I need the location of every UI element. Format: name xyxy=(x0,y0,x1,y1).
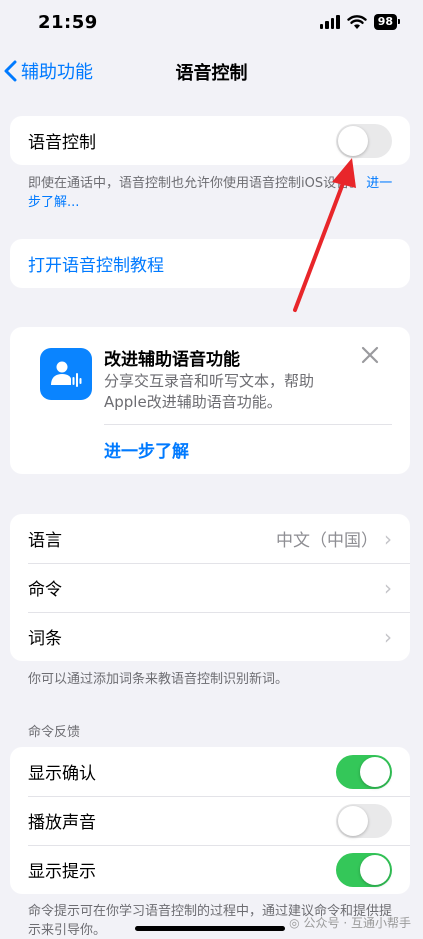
vocabulary-footnote: 你可以通过添加词条来教语音控制识别新词。 xyxy=(28,672,289,687)
play-sound-row: 播放声音 xyxy=(10,796,410,845)
language-row[interactable]: 语言 中文（中国） › xyxy=(10,514,410,563)
show-confirmation-label: 显示确认 xyxy=(28,764,96,784)
voice-control-toggle[interactable] xyxy=(336,123,392,158)
voice-feature-icon xyxy=(40,348,92,400)
status-bar: 21:59 98 xyxy=(0,0,423,48)
card-learn-more-link[interactable]: 进一步了解 xyxy=(104,437,189,462)
play-sound-label: 播放声音 xyxy=(28,813,96,833)
show-hints-toggle[interactable] xyxy=(336,852,392,887)
toggle-knob xyxy=(338,805,368,836)
feedback-section-header: 命令反馈 xyxy=(28,725,81,740)
cellular-signal-icon xyxy=(319,15,340,29)
toggle-knob xyxy=(338,125,368,156)
play-sound-toggle[interactable] xyxy=(336,803,392,838)
home-indicator xyxy=(135,926,285,931)
language-label: 语言 xyxy=(28,531,62,551)
voice-control-note-text: 即使在通话中，语音控制也允许你使用语音控制iOS设备。 xyxy=(28,176,363,191)
wifi-icon xyxy=(346,14,367,29)
feedback-group: 显示确认 播放声音 显示提示 xyxy=(10,747,410,894)
vocabulary-label: 词条 xyxy=(28,629,62,649)
watermark: ◎ 公众号 · 互通小帮手 xyxy=(289,914,411,931)
show-hints-label: 显示提示 xyxy=(28,862,96,882)
page-title: 语音控制 xyxy=(175,63,248,84)
battery-icon: 98 xyxy=(373,14,401,30)
tutorial-row[interactable]: 打开语音控制教程 xyxy=(10,239,410,288)
language-value: 中文（中国） xyxy=(276,531,378,551)
chevron-right-icon: › xyxy=(384,526,392,551)
commands-row[interactable]: 命令 › xyxy=(10,563,410,612)
voice-control-row: 语音控制 xyxy=(10,116,410,165)
chevron-right-icon: › xyxy=(384,575,392,600)
open-tutorial-link[interactable]: 打开语音控制教程 xyxy=(28,251,164,276)
show-confirmation-row: 显示确认 xyxy=(10,747,410,796)
card-title: 改进辅助语音功能 xyxy=(104,350,240,370)
card-description: 分享交互录音和听写文本，帮助Apple改进辅助语音功能。 xyxy=(104,372,315,411)
status-icons: 98 xyxy=(319,14,401,30)
voice-control-footnote: 即使在通话中，语音控制也允许你使用语音控制iOS设备。 进一步了解... xyxy=(28,174,398,212)
status-time: 21:59 xyxy=(38,12,98,33)
watermark-text: 公众号 · 互通小帮手 xyxy=(303,916,411,930)
wechat-icon: ◎ xyxy=(289,915,300,930)
settings-group: 语言 中文（中国） › 命令 › 词条 › xyxy=(10,514,410,661)
show-hints-row: 显示提示 xyxy=(10,845,410,894)
commands-label: 命令 xyxy=(28,580,62,600)
toggle-knob xyxy=(360,854,390,885)
tutorial-group: 打开语音控制教程 xyxy=(10,239,410,288)
navigation-bar: 辅助功能 语音控制 xyxy=(0,48,423,94)
card-divider xyxy=(104,424,392,425)
improve-voice-card: 改进辅助语音功能 分享交互录音和听写文本，帮助Apple改进辅助语音功能。 进一… xyxy=(10,327,410,474)
voice-control-group: 语音控制 xyxy=(10,116,410,165)
toggle-knob xyxy=(360,756,390,787)
show-confirmation-toggle[interactable] xyxy=(336,754,392,789)
voice-control-label: 语音控制 xyxy=(28,133,96,153)
close-icon[interactable] xyxy=(360,345,380,365)
vocabulary-row[interactable]: 词条 › xyxy=(10,612,410,661)
chevron-right-icon: › xyxy=(384,624,392,649)
